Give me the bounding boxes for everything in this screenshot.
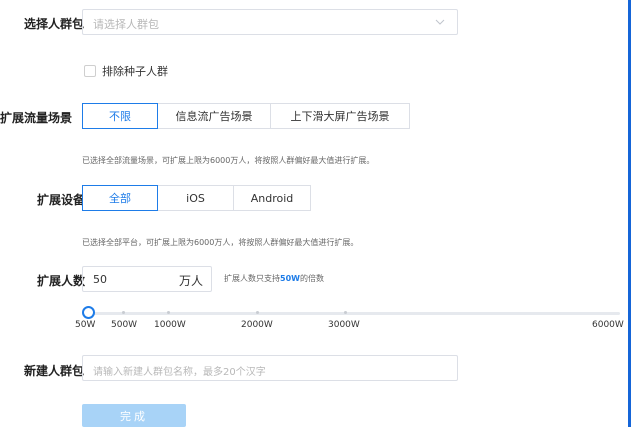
device-option-android[interactable]: Android bbox=[233, 185, 311, 211]
chevron-down-icon bbox=[435, 19, 445, 25]
slider-tick bbox=[344, 311, 347, 314]
traffic-scene-option-feed[interactable]: 信息流广告场景 bbox=[157, 103, 271, 129]
device-option-ios[interactable]: iOS bbox=[157, 185, 234, 211]
expand-count-value: 50 bbox=[93, 273, 107, 286]
new-package-placeholder: 请输入新建人群包名称，最多20个汉字 bbox=[93, 367, 266, 378]
traffic-scene-option-vertical[interactable]: 上下滑大屏广告场景 bbox=[270, 103, 410, 129]
device-option-all[interactable]: 全部 bbox=[82, 185, 158, 211]
traffic-scene-label: 扩展流量场景 bbox=[0, 111, 73, 125]
exclude-seed-checkbox[interactable] bbox=[84, 65, 96, 77]
done-button[interactable]: 完成 bbox=[82, 404, 186, 427]
traffic-scene-option-unlimited[interactable]: 不限 bbox=[82, 103, 158, 129]
expand-count-slider-thumb[interactable] bbox=[82, 306, 95, 319]
crowd-package-select[interactable]: 请选择人群包 bbox=[82, 9, 458, 35]
slider-mark-3000w: 3000W bbox=[328, 320, 360, 330]
crowd-package-placeholder: 请选择人群包 bbox=[93, 18, 159, 31]
new-package-label: 新建人群包 bbox=[24, 364, 85, 378]
slider-mark-1000w: 1000W bbox=[154, 320, 186, 330]
expand-count-hint-prefix: 扩展人数只支持 bbox=[224, 274, 280, 283]
expand-count-hint-bold: 50W bbox=[280, 274, 300, 283]
new-package-input[interactable]: 请输入新建人群包名称，最多20个汉字 bbox=[82, 355, 458, 381]
expand-count-hint: 扩展人数只支持50W的倍数 bbox=[224, 273, 324, 284]
slider-mark-2000w: 2000W bbox=[241, 320, 273, 330]
expand-count-hint-suffix: 的倍数 bbox=[299, 274, 324, 283]
traffic-scene-segmented: 不限 信息流广告场景 上下滑大屏广告场景 bbox=[82, 103, 410, 129]
slider-tick bbox=[122, 311, 125, 314]
expand-count-input[interactable]: 50 万人 bbox=[82, 266, 212, 292]
slider-mark-6000w: 6000W bbox=[592, 320, 624, 330]
traffic-scene-hint: 已选择全部流量场景，可扩展上限为6000万人，将按照人群偏好最大值进行扩展。 bbox=[82, 156, 375, 165]
device-hint: 已选择全部平台，可扩展上限为6000万人，将按照人群偏好最大值进行扩展。 bbox=[82, 238, 359, 247]
expand-count-unit: 万人 bbox=[178, 274, 203, 288]
slider-mark-500w: 500W bbox=[111, 320, 138, 330]
device-segmented: 全部 iOS Android bbox=[82, 185, 311, 211]
device-label: 扩展设备 bbox=[37, 193, 86, 207]
slider-tick bbox=[256, 311, 259, 314]
expand-count-label: 扩展人数 bbox=[37, 274, 86, 288]
slider-mark-50w: 50W bbox=[75, 320, 96, 330]
slider-tick bbox=[167, 311, 170, 314]
exclude-seed-label[interactable]: 排除种子人群 bbox=[102, 63, 168, 79]
crowd-package-label: 选择人群包 bbox=[24, 17, 85, 31]
